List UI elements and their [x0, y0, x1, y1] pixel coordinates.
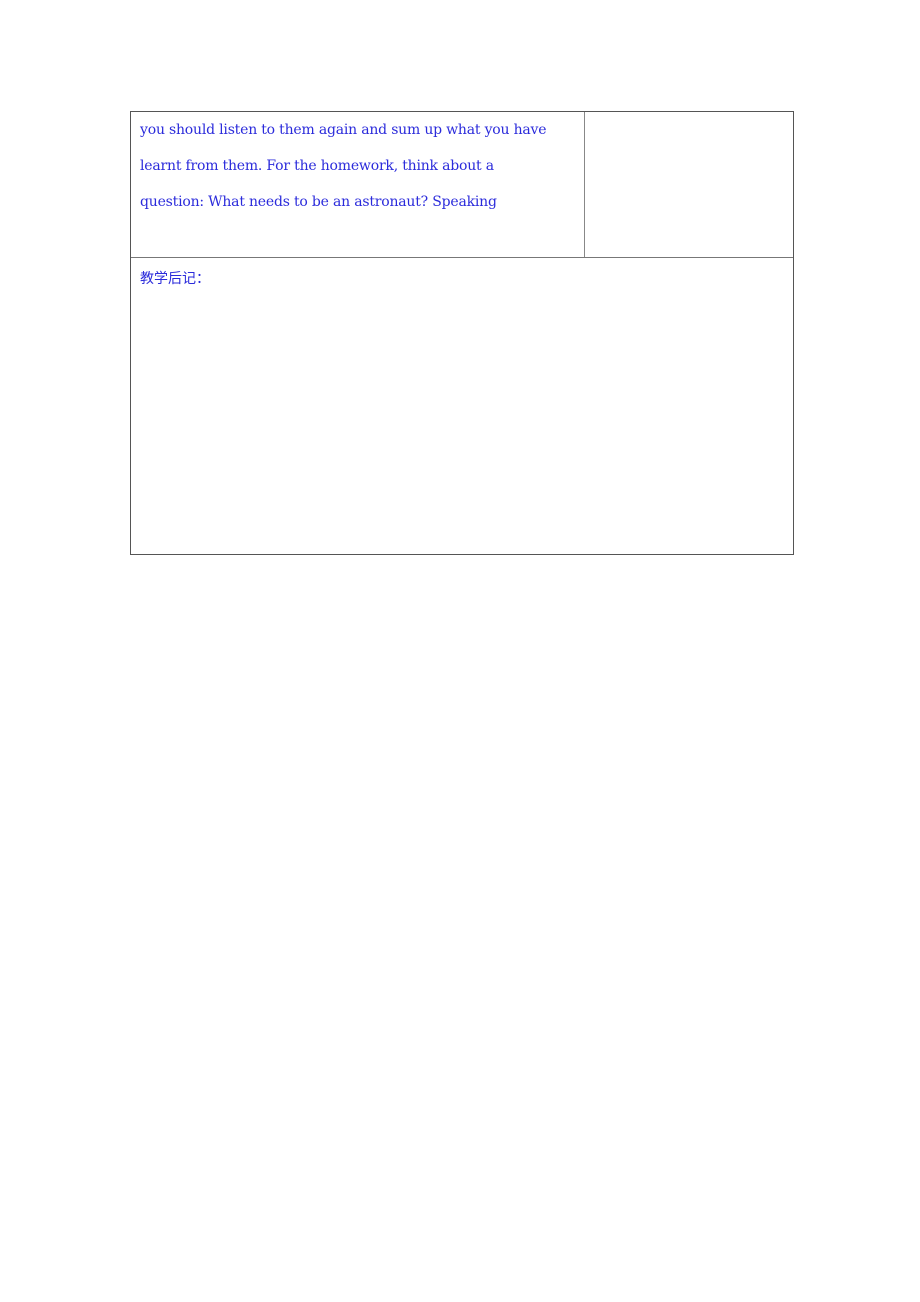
teaching-reflection-label: 教学后记：	[140, 271, 210, 287]
notes-side-cell	[585, 112, 793, 257]
text-line: learnt from them. For the homework, thin…	[140, 158, 494, 174]
teaching-reflection-row: 教学后记：	[131, 258, 793, 554]
lesson-text-cell: you should listen to them again and sum …	[131, 112, 585, 257]
text-line: you should listen to them again and sum …	[140, 122, 547, 138]
lesson-content-row: you should listen to them again and sum …	[131, 112, 793, 258]
lesson-table: you should listen to them again and sum …	[130, 111, 794, 555]
text-line: question: What needs to be an astronaut?…	[140, 194, 497, 210]
